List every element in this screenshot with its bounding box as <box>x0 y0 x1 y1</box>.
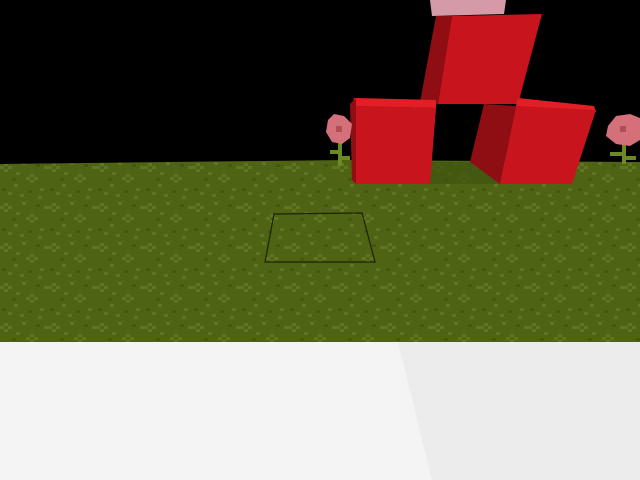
held-item <box>0 342 640 480</box>
game-viewport[interactable] <box>0 0 640 480</box>
world-scene <box>0 0 640 480</box>
grass-ground[interactable] <box>0 160 640 342</box>
red-block-left[interactable] <box>350 98 436 184</box>
pink-block[interactable] <box>430 0 506 16</box>
